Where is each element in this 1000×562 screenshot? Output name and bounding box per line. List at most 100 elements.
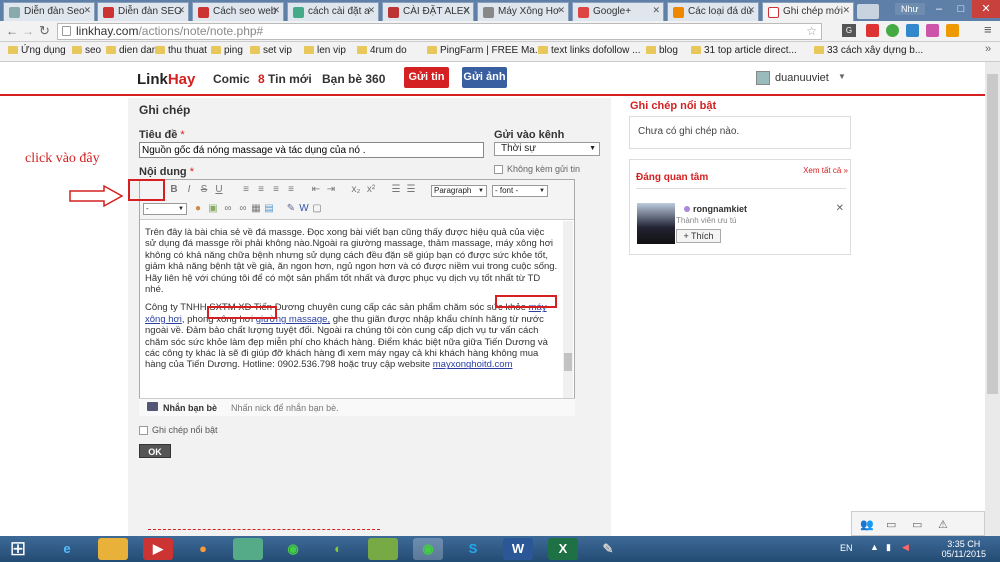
title-input[interactable] bbox=[139, 142, 484, 158]
close-icon[interactable]: ✕ bbox=[83, 5, 91, 16]
font-select[interactable]: - font - bbox=[492, 185, 548, 197]
back-icon[interactable]: ← bbox=[6, 24, 18, 38]
close-icon[interactable]: ✕ bbox=[747, 5, 755, 16]
bookmark-item[interactable]: set vip bbox=[250, 45, 292, 56]
outdent-icon[interactable]: ⇤ bbox=[310, 184, 322, 196]
bookmark-item[interactable]: thu thuat bbox=[155, 45, 207, 56]
new-tab-button[interactable] bbox=[857, 4, 879, 19]
follow-button[interactable]: + Thích bbox=[676, 229, 721, 243]
folder-icon[interactable] bbox=[98, 538, 128, 560]
extension-icon[interactable] bbox=[886, 24, 899, 37]
paste-text-icon[interactable]: ✎ bbox=[285, 203, 297, 215]
avatar[interactable] bbox=[637, 203, 675, 244]
close-icon[interactable]: ✕ bbox=[272, 5, 280, 16]
close-icon[interactable]: ✕ bbox=[177, 5, 185, 16]
unlink-icon[interactable]: ∞ bbox=[237, 203, 249, 215]
bookmark-item[interactable]: seo bbox=[72, 45, 101, 56]
align-right-icon[interactable]: ≡ bbox=[270, 184, 282, 196]
close-icon[interactable]: ✕ bbox=[652, 5, 660, 16]
more-bookmarks-icon[interactable]: » bbox=[985, 43, 991, 55]
maximize-button[interactable]: □ bbox=[950, 0, 972, 18]
bookmark-item[interactable]: 33 cách xây dựng b... bbox=[814, 45, 923, 56]
forward-icon[interactable]: → bbox=[22, 24, 34, 38]
bookmark-item[interactable]: 31 top article direct... bbox=[691, 45, 797, 56]
bookmark-item[interactable]: ping bbox=[211, 45, 243, 56]
tab-8[interactable]: Ghi chép mới ✕ bbox=[762, 2, 854, 21]
app-icon[interactable] bbox=[233, 538, 263, 560]
avatar[interactable] bbox=[756, 71, 770, 85]
bold-icon[interactable]: B bbox=[168, 184, 180, 196]
page-scrollbar[interactable] bbox=[985, 62, 1000, 536]
extension-icon[interactable] bbox=[926, 24, 939, 37]
media-player-icon[interactable]: ▶ bbox=[143, 538, 173, 560]
editor-body[interactable]: Trên đây là bài chia sẻ về đá massge. Đọ… bbox=[140, 221, 564, 415]
excel-icon[interactable]: X bbox=[548, 538, 578, 560]
subscript-icon[interactable]: x₂ bbox=[350, 184, 362, 196]
volume-icon[interactable]: ◀ bbox=[902, 542, 909, 553]
channel-select[interactable]: Thời sự bbox=[494, 142, 600, 156]
people-icon[interactable]: 👥 bbox=[860, 518, 874, 531]
extension-icon[interactable] bbox=[906, 24, 919, 37]
align-center-icon[interactable]: ≡ bbox=[255, 184, 267, 196]
close-icon[interactable]: ✕ bbox=[836, 203, 844, 214]
strike-icon[interactable]: S bbox=[198, 184, 210, 196]
nav-comic[interactable]: Comic bbox=[213, 72, 250, 86]
ie-icon[interactable]: e bbox=[52, 538, 82, 560]
scroll-thumb[interactable] bbox=[564, 353, 572, 371]
screen-icon[interactable]: ▭ bbox=[912, 518, 922, 531]
tab-0[interactable]: Diễn đàn Seo ✕ bbox=[3, 2, 95, 21]
link-icon[interactable]: ∞ bbox=[222, 203, 234, 215]
bookmark-item[interactable]: 4rum do bbox=[357, 45, 407, 56]
bookmark-item[interactable]: blog bbox=[646, 45, 678, 56]
extension-icon[interactable]: G bbox=[842, 24, 856, 37]
skype-icon[interactable]: S bbox=[458, 538, 488, 560]
editor-scrollbar[interactable] bbox=[563, 221, 573, 415]
language-indicator[interactable]: EN bbox=[840, 543, 853, 553]
start-button[interactable]: ⊞ bbox=[3, 536, 33, 562]
bullet-list-icon[interactable]: ☰ bbox=[405, 184, 417, 196]
reload-icon[interactable]: ↻ bbox=[39, 23, 50, 39]
tab-3[interactable]: cách cài đặt a ✕ bbox=[287, 2, 379, 21]
close-window-button[interactable]: ✕ bbox=[972, 0, 1000, 18]
ordered-list-icon[interactable]: ☰ bbox=[390, 184, 402, 196]
scroll-thumb[interactable] bbox=[987, 74, 998, 394]
bookmark-item[interactable]: len vip bbox=[304, 45, 346, 56]
url-input[interactable]: linkhay.com/actions/note/note.php# ☆ bbox=[57, 23, 822, 40]
tab-1[interactable]: Diễn đàn SEO ✕ bbox=[97, 2, 189, 21]
color-icon[interactable]: ● bbox=[192, 203, 204, 215]
image-icon[interactable]: ▣ bbox=[207, 203, 219, 215]
tab-2[interactable]: Cách seo web ✕ bbox=[192, 2, 284, 21]
star-icon[interactable]: ☆ bbox=[806, 24, 817, 39]
suggested-user-name[interactable]: rongnamkiet bbox=[684, 204, 747, 214]
featured-checkbox[interactable]: Ghi chép nổi bật bbox=[139, 425, 218, 436]
minimize-button[interactable]: – bbox=[928, 0, 950, 18]
chevron-down-icon[interactable]: ▼ bbox=[838, 72, 846, 81]
post-image-button[interactable]: Gửi ảnh bbox=[462, 67, 507, 88]
format-select[interactable]: Paragraph bbox=[431, 185, 487, 197]
tag-friends-bar[interactable]: Nhắn bạn bè Nhấn nick để nhắn bạn bè. bbox=[139, 398, 575, 416]
grid-app-icon[interactable] bbox=[368, 538, 398, 560]
close-icon[interactable]: ✕ bbox=[462, 5, 470, 16]
profile-label[interactable]: Như bbox=[895, 3, 925, 15]
bookmark-item[interactable]: text links dofollow ... bbox=[538, 45, 640, 56]
extension-icon[interactable] bbox=[866, 24, 879, 37]
close-icon[interactable]: ✕ bbox=[557, 5, 565, 16]
word-icon[interactable]: W bbox=[503, 538, 533, 560]
size-select[interactable]: - bbox=[143, 203, 187, 215]
clock[interactable]: 3:35 CH 05/11/2015 bbox=[942, 539, 986, 559]
indent-icon[interactable]: ⇥ bbox=[325, 184, 337, 196]
extension-icon[interactable] bbox=[946, 24, 959, 37]
menu-icon[interactable]: ≡ bbox=[984, 22, 992, 37]
username[interactable]: duanuuviet bbox=[775, 72, 829, 84]
warning-icon[interactable]: ⚠ bbox=[938, 518, 948, 531]
italic-icon[interactable]: I bbox=[183, 184, 195, 196]
network-icon[interactable]: ▮ bbox=[886, 542, 891, 553]
tab-4[interactable]: CÀI ĐẶT ALEX ✕ bbox=[382, 2, 474, 21]
close-icon[interactable]: ✕ bbox=[367, 5, 375, 16]
nav-news[interactable]: Tin mới bbox=[268, 72, 312, 86]
chrome-icon[interactable]: ◉ bbox=[278, 538, 308, 560]
messages-icon[interactable]: ▭ bbox=[886, 518, 896, 531]
paint-icon[interactable]: ✎ bbox=[593, 538, 623, 560]
table-icon[interactable]: ▦ bbox=[250, 203, 262, 215]
superscript-icon[interactable]: x² bbox=[365, 184, 377, 196]
